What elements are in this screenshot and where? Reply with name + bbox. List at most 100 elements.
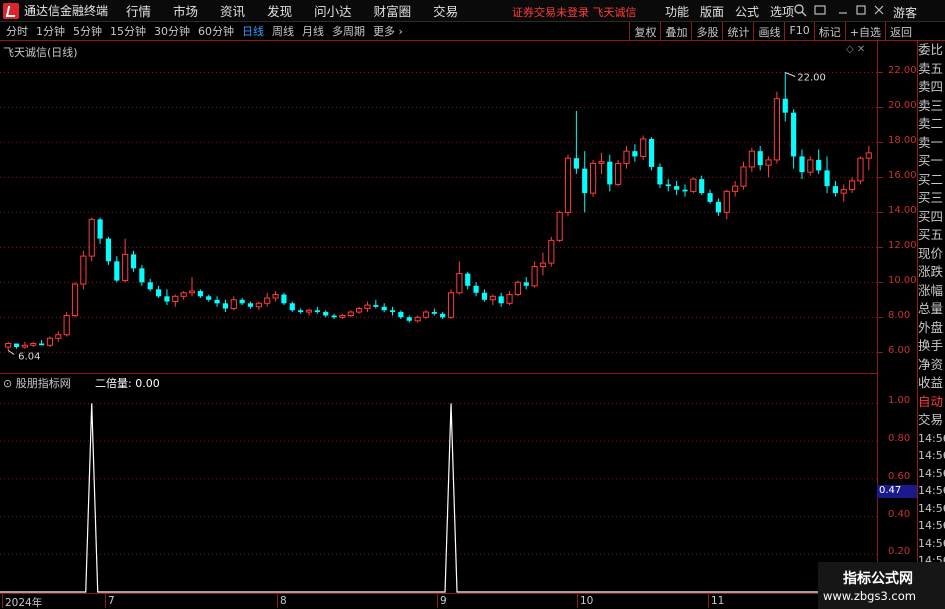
overlay-button[interactable]: 叠加	[660, 22, 691, 41]
tab-fenshi[interactable]: 分时	[2, 23, 32, 39]
candle-body	[840, 189, 847, 194]
tab-weekly[interactable]: 周线	[268, 23, 298, 39]
x-tick-mark	[105, 594, 106, 608]
tab-more-label: 更多	[373, 25, 395, 38]
x-tick-label: 11	[711, 595, 725, 607]
f10-button[interactable]: F10	[784, 22, 813, 41]
candle-body	[105, 238, 112, 262]
candle	[21, 341, 28, 349]
tab-1min[interactable]: 1分钟	[32, 23, 69, 39]
candle	[832, 180, 838, 197]
maximize-icon[interactable]	[853, 3, 869, 19]
menu-item-xuanxiang[interactable]: 选项	[770, 3, 794, 20]
candle-body	[172, 295, 179, 303]
menu-item-faxian[interactable]: 发现	[267, 1, 292, 20]
candle-body	[598, 161, 605, 164]
tab-5min[interactable]: 5分钟	[69, 23, 106, 39]
candle-body	[707, 193, 713, 202]
candle-body	[373, 305, 379, 307]
menu-item-banmian[interactable]: 版面	[700, 3, 724, 20]
indicator-chart[interactable]	[0, 373, 877, 593]
candlestick-chart[interactable]: 22.00 6.04	[0, 41, 877, 373]
multi-stock-button[interactable]: 多股	[691, 22, 722, 41]
candle-body	[155, 289, 162, 297]
quote-panel-label: 现价	[918, 245, 944, 261]
y-tick-mark	[878, 352, 883, 354]
candle-body	[632, 151, 638, 157]
tab-30min[interactable]: 30分钟	[150, 23, 194, 39]
candle	[573, 110, 579, 174]
quote-panel-label: 委比	[918, 42, 944, 57]
candle	[356, 306, 363, 314]
candle	[373, 299, 379, 309]
menu-item-gongshi[interactable]: 公式	[735, 3, 759, 20]
candle	[46, 336, 54, 348]
menu-item-caifuquan[interactable]: 财富圈	[374, 1, 412, 20]
guest-login-button[interactable]: 游客	[893, 4, 917, 21]
candle-body	[682, 189, 688, 192]
high-marker-line	[785, 72, 796, 77]
tab-more[interactable]: 更多 ›	[369, 23, 407, 39]
candle-body	[5, 343, 12, 348]
chart-toolbar: 复权 叠加 多股 统计 画线 F10 标记 +自选 返回	[629, 22, 916, 41]
candle	[589, 159, 597, 197]
candle-body	[289, 303, 295, 311]
menu-item-wenxiaoda[interactable]: 问小达	[314, 1, 352, 20]
candle	[172, 294, 179, 307]
candle	[598, 152, 605, 174]
add-favorite-button[interactable]: +自选	[844, 22, 885, 41]
candle-body	[114, 261, 120, 281]
candle	[364, 301, 371, 313]
menu-item-hangqing[interactable]: 行情	[126, 1, 151, 20]
chart-title-text: 飞天诚信(日线)	[3, 46, 78, 59]
candle-body	[122, 253, 129, 282]
candle	[773, 91, 780, 164]
candle-body	[247, 303, 254, 307]
tab-multi-period[interactable]: 多周期	[328, 23, 369, 39]
candle	[97, 217, 103, 244]
candle	[640, 135, 647, 160]
tab-60min[interactable]: 60分钟	[194, 23, 238, 39]
menu-item-gongneng[interactable]: 功能	[665, 3, 689, 20]
chart-title: 飞天诚信(日线)	[3, 44, 78, 60]
candle-body	[188, 290, 196, 294]
candle	[155, 285, 162, 299]
y-tick-mark	[878, 72, 883, 74]
candle-body	[465, 273, 471, 286]
candle	[398, 310, 404, 320]
candle	[71, 282, 79, 318]
message-icon[interactable]	[812, 3, 828, 19]
fuquan-button[interactable]: 复权	[629, 22, 660, 41]
candle-body	[305, 309, 313, 313]
candle-body	[674, 186, 680, 190]
quote-panel-label: 收益	[918, 375, 944, 390]
tab-monthly[interactable]: 月线	[298, 23, 328, 39]
close-icon[interactable]	[871, 3, 887, 19]
draw-line-button[interactable]: 画线	[753, 22, 784, 41]
statistics-button[interactable]: 统计	[722, 22, 753, 41]
settings-icon[interactable]: ◇ ✕	[846, 44, 865, 55]
y-axis: 22.00 20.00 18.00 16.00 14.00 12.00 10.00 8.00 6…	[877, 41, 917, 593]
mark-button[interactable]: 标记	[813, 22, 845, 41]
menu-item-zixun[interactable]: 资讯	[220, 1, 245, 20]
menu-item-shichang[interactable]: 市场	[173, 1, 198, 20]
candle-body	[264, 297, 271, 304]
back-button[interactable]: 返回	[885, 22, 916, 41]
search-icon[interactable]	[792, 3, 808, 19]
candle-body	[715, 201, 722, 213]
candle	[607, 154, 613, 192]
candle	[323, 310, 329, 318]
quote-panel-label: 14:56	[918, 466, 945, 480]
login-status-text[interactable]: 证券交易未登录 飞天诚信	[512, 4, 637, 20]
candle	[715, 198, 722, 216]
tab-daily[interactable]: 日线	[238, 23, 268, 39]
menu-item-jiaoyi[interactable]: 交易	[433, 1, 458, 20]
sub-y-tick-label: 0.40	[888, 508, 911, 520]
minimize-icon[interactable]	[835, 3, 851, 19]
candle	[214, 296, 220, 307]
candle-body	[206, 296, 212, 300]
tab-15min[interactable]: 15分钟	[106, 23, 150, 39]
candle	[481, 289, 488, 302]
quote-panel-label: 买四	[918, 208, 944, 224]
quote-panel-label: 14:56	[918, 431, 945, 445]
